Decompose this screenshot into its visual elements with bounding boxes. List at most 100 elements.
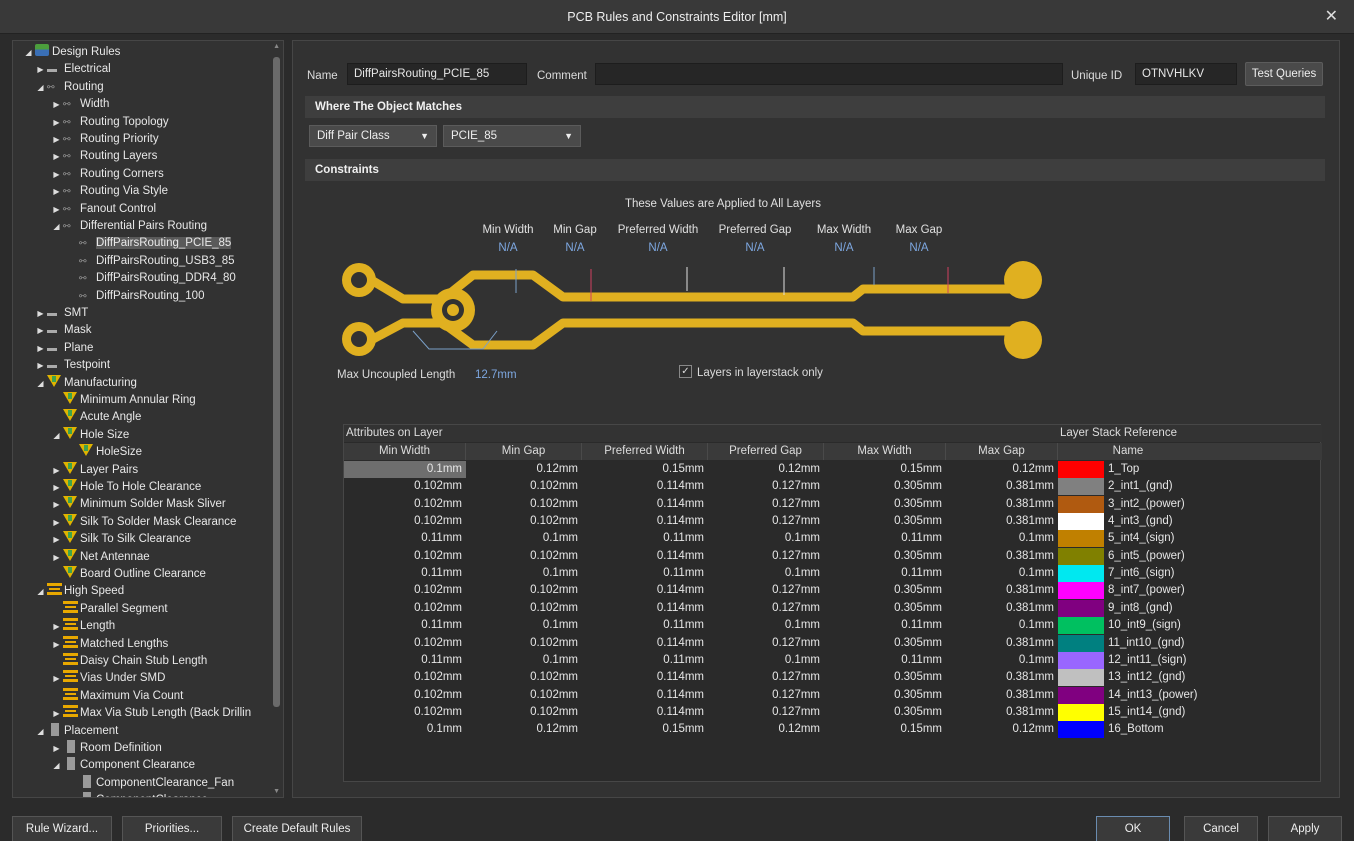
expand-arrow-icon[interactable]: ▶: [51, 531, 62, 548]
tree-item[interactable]: ▶ ▬ Testpoint: [35, 357, 110, 374]
table-cell[interactable]: 0.1mm: [708, 652, 824, 669]
expand-arrow-icon[interactable]: ▶: [51, 201, 62, 218]
table-cell[interactable]: 0.305mm: [824, 704, 946, 721]
tree-item[interactable]: ▶ Vias Under SMD: [51, 670, 165, 687]
diff-pair-class-dropdown[interactable]: PCIE_85 ▼: [443, 125, 581, 147]
table-cell[interactable]: 0.11mm: [582, 652, 708, 669]
table-cell[interactable]: 0.127mm: [708, 582, 824, 599]
apply-button[interactable]: Apply: [1268, 816, 1342, 841]
create-default-rules-button[interactable]: Create Default Rules: [232, 816, 362, 841]
expand-arrow-icon[interactable]: ▶: [51, 96, 62, 113]
table-cell[interactable]: 0.114mm: [582, 635, 708, 652]
table-cell[interactable]: 0.1mm: [344, 461, 466, 478]
cancel-button[interactable]: Cancel: [1184, 816, 1258, 841]
table-cell[interactable]: 0.12mm: [708, 461, 824, 478]
table-cell[interactable]: 0.102mm: [344, 635, 466, 652]
table-cell[interactable]: 0.114mm: [582, 582, 708, 599]
table-cell[interactable]: 0.102mm: [344, 548, 466, 565]
collapse-arrow-icon[interactable]: ◢: [35, 79, 46, 96]
column-header[interactable]: Preferred Gap: [708, 443, 824, 460]
table-cell[interactable]: 0.127mm: [708, 704, 824, 721]
expand-arrow-icon[interactable]: ▶: [35, 340, 46, 357]
table-cell[interactable]: 0.1mm: [946, 565, 1058, 582]
table-cell[interactable]: 0.1mm: [946, 530, 1058, 547]
table-cell[interactable]: 0.1mm: [466, 565, 582, 582]
table-cell[interactable]: 0.381mm: [946, 496, 1058, 513]
collapse-arrow-icon[interactable]: ◢: [51, 757, 62, 774]
column-header[interactable]: Min Width: [344, 443, 466, 460]
tree-item[interactable]: ▶ Hole To Hole Clearance: [51, 479, 201, 496]
collapse-arrow-icon[interactable]: ◢: [51, 427, 62, 444]
tree-item[interactable]: ▶ Silk To Solder Mask Clearance: [51, 513, 236, 531]
table-cell[interactable]: 0.12mm: [466, 721, 582, 738]
max-uncoupled-value[interactable]: 12.7mm: [475, 369, 517, 381]
tree-item[interactable]: HoleSize: [67, 444, 142, 461]
tree-item[interactable]: ▶ Max Via Stub Length (Back Drillin: [51, 705, 251, 722]
table-cell[interactable]: 0.102mm: [466, 548, 582, 565]
table-cell[interactable]: 0.381mm: [946, 669, 1058, 686]
expand-arrow-icon[interactable]: ▶: [51, 514, 62, 531]
ok-button[interactable]: OK: [1096, 816, 1170, 841]
column-header[interactable]: Min Gap: [466, 443, 582, 460]
expand-arrow-icon[interactable]: ▶: [51, 740, 62, 757]
tree-item[interactable]: Board Outline Clearance: [51, 566, 206, 583]
table-cell[interactable]: 0.1mm: [344, 721, 466, 738]
table-cell[interactable]: 0.305mm: [824, 635, 946, 652]
table-row[interactable]: 0.102mm 0.102mm 0.114mm 0.127mm 0.305mm 0.381…: [344, 686, 1322, 704]
comment-field[interactable]: [595, 63, 1063, 85]
table-cell[interactable]: 0.11mm: [582, 530, 708, 547]
tree-item[interactable]: ▶ Layer Pairs: [51, 461, 138, 479]
table-cell[interactable]: 0.102mm: [344, 704, 466, 721]
table-cell[interactable]: 0.381mm: [946, 600, 1058, 617]
table-cell[interactable]: 0.102mm: [344, 669, 466, 686]
table-row[interactable]: 0.1mm 0.12mm 0.15mm 0.12mm 0.15mm 0.12mm 1_Top: [344, 461, 1322, 478]
table-cell[interactable]: 0.114mm: [582, 548, 708, 565]
expand-arrow-icon[interactable]: ▶: [51, 148, 62, 165]
table-cell[interactable]: 0.102mm: [466, 669, 582, 686]
tree-item[interactable]: ▶ ▬ Plane: [35, 340, 93, 357]
table-cell[interactable]: 0.15mm: [824, 461, 946, 478]
table-cell[interactable]: 0.11mm: [344, 617, 466, 634]
table-cell[interactable]: 0.1mm: [708, 617, 824, 634]
tree-scrollbar[interactable]: [273, 57, 280, 707]
expand-arrow-icon[interactable]: ▶: [51, 705, 62, 722]
table-row[interactable]: 0.102mm 0.102mm 0.114mm 0.127mm 0.305mm 0.381…: [344, 547, 1322, 565]
tree-item[interactable]: ⚯ DiffPairsRouting_100: [67, 288, 204, 305]
tree-item[interactable]: ▶ ⚯ Routing Priority: [51, 131, 158, 148]
table-cell[interactable]: 0.305mm: [824, 496, 946, 513]
tree-item[interactable]: ▶ Length: [51, 618, 115, 635]
tree-item[interactable]: ▶ ▬ SMT: [35, 305, 88, 322]
table-cell[interactable]: 0.305mm: [824, 669, 946, 686]
table-cell[interactable]: 0.127mm: [708, 548, 824, 565]
table-cell[interactable]: 0.1mm: [708, 565, 824, 582]
table-cell[interactable]: 0.102mm: [344, 478, 466, 495]
table-cell[interactable]: 0.12mm: [946, 461, 1058, 478]
column-header[interactable]: Max Gap: [946, 443, 1058, 460]
table-row[interactable]: 0.102mm 0.102mm 0.114mm 0.127mm 0.305mm 0.381…: [344, 703, 1322, 721]
table-row[interactable]: 0.11mm 0.1mm 0.11mm 0.1mm 0.11mm 0.1mm 12_int1…: [344, 651, 1322, 669]
table-cell[interactable]: 0.114mm: [582, 478, 708, 495]
table-cell[interactable]: 0.127mm: [708, 496, 824, 513]
table-cell[interactable]: 0.102mm: [466, 687, 582, 704]
table-row[interactable]: 0.11mm 0.1mm 0.11mm 0.1mm 0.11mm 0.1mm 7_int6_…: [344, 565, 1322, 583]
column-header[interactable]: Preferred Width: [582, 443, 708, 460]
table-cell[interactable]: 0.127mm: [708, 669, 824, 686]
table-row[interactable]: 0.102mm 0.102mm 0.114mm 0.127mm 0.305mm 0.381…: [344, 513, 1322, 531]
table-cell[interactable]: 0.381mm: [946, 704, 1058, 721]
column-header[interactable]: Name: [1058, 443, 1198, 460]
table-cell[interactable]: 0.102mm: [466, 582, 582, 599]
table-cell[interactable]: 0.127mm: [708, 478, 824, 495]
table-cell[interactable]: 0.305mm: [824, 687, 946, 704]
table-cell[interactable]: 0.114mm: [582, 669, 708, 686]
expand-arrow-icon[interactable]: ▶: [35, 305, 46, 322]
table-cell[interactable]: 0.127mm: [708, 600, 824, 617]
scroll-up-icon[interactable]: ▲: [273, 43, 280, 50]
table-cell[interactable]: 0.127mm: [708, 687, 824, 704]
collapse-arrow-icon[interactable]: ◢: [23, 44, 34, 61]
table-cell[interactable]: 0.381mm: [946, 582, 1058, 599]
tree-item[interactable]: ▶ ⚯ Routing Corners: [51, 166, 163, 183]
column-header[interactable]: Max Width: [824, 443, 946, 460]
table-cell[interactable]: 0.102mm: [344, 687, 466, 704]
table-cell[interactable]: 0.102mm: [344, 600, 466, 617]
tree-item[interactable]: ▶ Minimum Solder Mask Sliver: [51, 496, 226, 513]
